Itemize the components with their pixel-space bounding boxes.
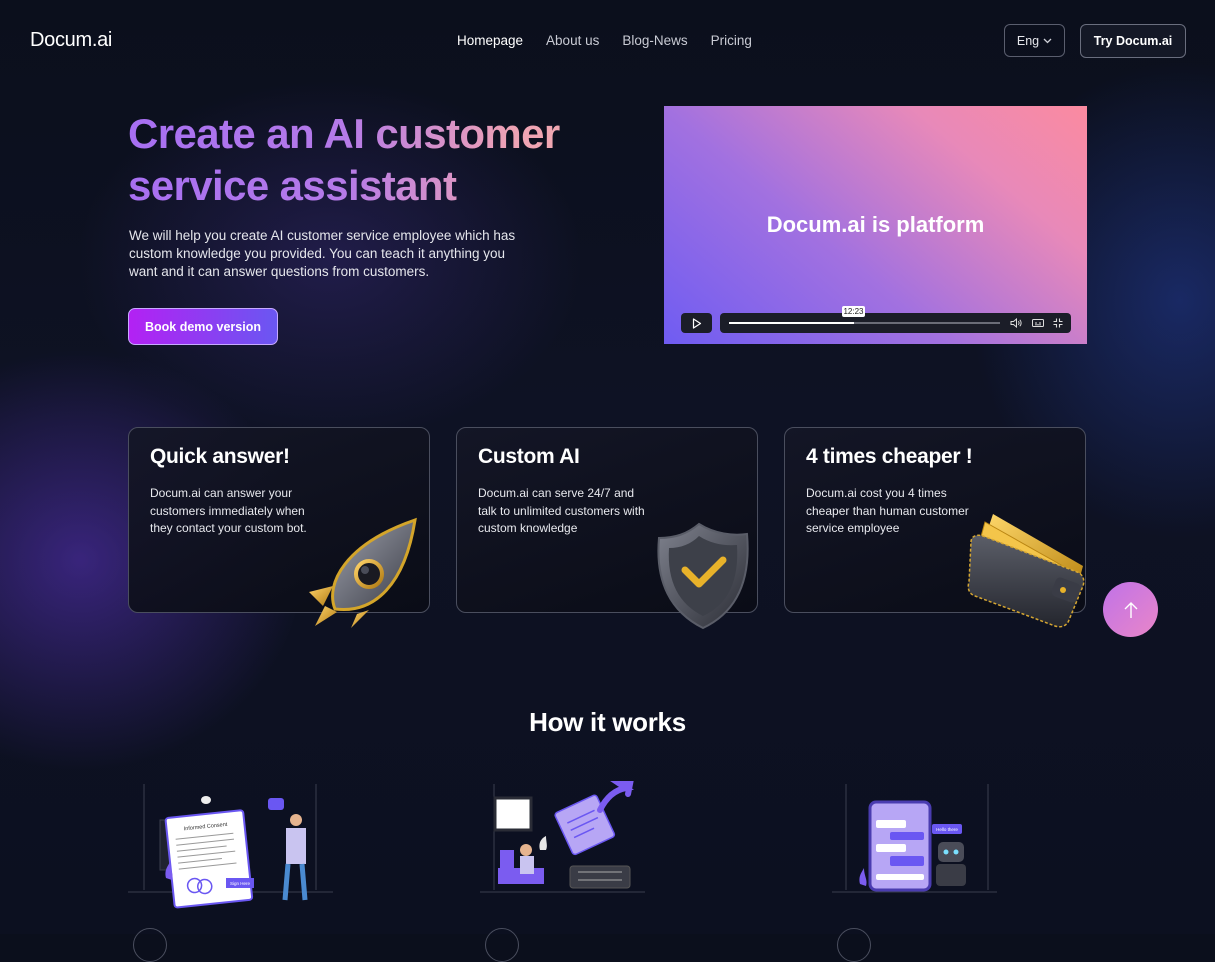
chatbot-illustration: Hello there	[832, 784, 997, 893]
file-upload-illustration	[480, 781, 645, 893]
feature-text: Docum.ai can serve 24/7 and talk to unli…	[478, 486, 645, 535]
video-timestamp: 12:23	[842, 306, 865, 317]
video-controls	[720, 313, 1071, 333]
feature-card-quick-answer: Quick answer! Docum.ai can answer your c…	[128, 427, 430, 628]
scroll-to-top-button[interactable]	[1103, 582, 1158, 637]
video-title: Docum.ai is platform	[766, 212, 985, 237]
chevron-down-icon	[1043, 38, 1052, 43]
illustration-label: Hello there	[936, 827, 958, 832]
hero-title-line-1: Create an AI customer	[128, 110, 560, 157]
hero-description: We will help you create AI customer serv…	[129, 228, 516, 279]
language-label: Eng	[1016, 33, 1040, 48]
video-progress-fill	[729, 322, 854, 324]
wallet-icon	[967, 514, 1085, 628]
nav-homepage[interactable]: Homepage	[457, 33, 523, 48]
feature-title: Custom AI	[478, 445, 580, 468]
feature-title: Quick answer!	[150, 445, 290, 468]
hero-title: Create an AI customer service assistant	[128, 108, 608, 212]
language-selector[interactable]: Eng	[1004, 24, 1065, 57]
try-button[interactable]: Try Docum.ai	[1080, 24, 1186, 58]
captions-icon[interactable]	[1032, 318, 1044, 328]
step-marker	[837, 928, 871, 962]
main-nav: Homepage About us Blog-News Pricing	[457, 33, 752, 48]
volume-icon[interactable]	[1010, 318, 1022, 328]
feature-text: Docum.ai cost you 4 times cheaper than h…	[806, 486, 969, 535]
section-title-how-it-works: How it works	[529, 707, 686, 737]
nav-about-us[interactable]: About us	[546, 33, 599, 48]
nav-pricing[interactable]: Pricing	[711, 33, 752, 48]
video-progress-bar[interactable]	[729, 322, 1000, 324]
step-marker	[133, 928, 167, 962]
step-marker	[485, 928, 519, 962]
feature-text: Docum.ai can answer your customers immed…	[150, 486, 307, 535]
feature-card-cheaper: 4 times cheaper ! Docum.ai cost you 4 ti…	[784, 427, 1086, 628]
nav-blog-news[interactable]: Blog-News	[622, 33, 687, 48]
video-player[interactable]: Docum.ai is platform 12:23	[664, 106, 1087, 344]
hero-title-line-2: service assistant	[128, 162, 457, 209]
feature-card-custom-ai: Custom AI Docum.ai can serve 24/7 and ta…	[456, 427, 758, 630]
feature-title: 4 times cheaper !	[806, 445, 973, 468]
play-button[interactable]	[681, 313, 712, 333]
fullscreen-exit-icon[interactable]	[1053, 318, 1063, 328]
book-demo-button[interactable]: Book demo version	[128, 308, 278, 345]
document-signing-illustration: Informed Consent Sign Here	[128, 784, 333, 909]
illustration-stamp: Sign Here	[230, 881, 251, 886]
logo[interactable]: Docum.ai	[30, 29, 112, 52]
shield-check-icon	[657, 522, 749, 630]
rocket-icon	[309, 517, 417, 628]
arrow-up-icon	[1124, 601, 1137, 618]
play-icon	[692, 317, 701, 329]
